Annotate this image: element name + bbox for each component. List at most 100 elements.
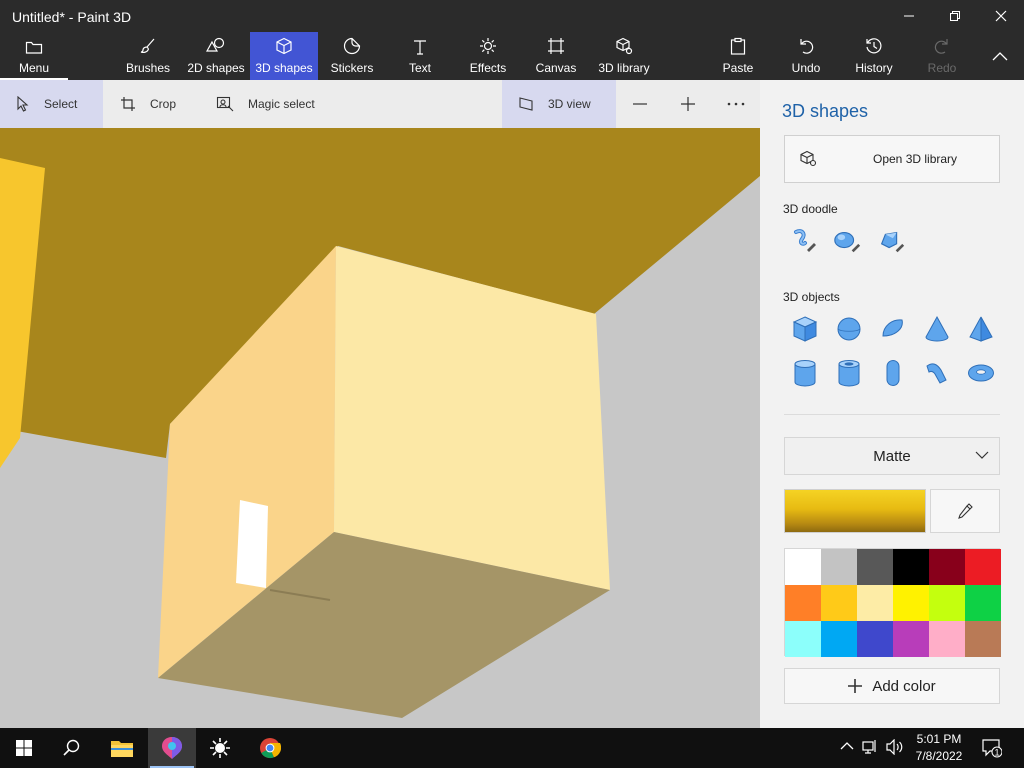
current-color-swatch[interactable]: [784, 489, 926, 533]
menu-button[interactable]: Menu: [0, 32, 68, 80]
material-dropdown[interactable]: Matte: [784, 437, 1000, 475]
chevron-down-icon: [975, 451, 989, 459]
3d-objects-label: 3D objects: [783, 290, 840, 304]
color-swatch[interactable]: [785, 585, 821, 621]
pyramid-button[interactable]: [966, 314, 996, 344]
cube-button[interactable]: [790, 314, 820, 344]
cube-icon: [276, 37, 292, 55]
color-swatch[interactable]: [929, 621, 965, 657]
pyramid-icon: [969, 316, 993, 342]
sharp-doodle-button[interactable]: [788, 226, 818, 256]
color-swatch[interactable]: [821, 549, 857, 585]
undo-label: Undo: [791, 61, 821, 75]
open-3d-library-button[interactable]: Open 3D library: [784, 135, 1000, 183]
color-swatch[interactable]: [821, 585, 857, 621]
tube-button[interactable]: [834, 358, 864, 388]
crop-label: Crop: [150, 97, 177, 111]
menu-label: Menu: [18, 61, 50, 75]
color-swatch[interactable]: [893, 621, 929, 657]
settings-app-button[interactable]: [196, 728, 244, 768]
minimize-button[interactable]: [886, 0, 932, 32]
2d-shapes-label: 2D shapes: [187, 61, 245, 75]
tube-doodle-button[interactable]: [876, 226, 906, 256]
color-swatch[interactable]: [893, 585, 929, 621]
color-swatch[interactable]: [857, 621, 893, 657]
windows-logo-icon: [16, 740, 32, 756]
color-swatch[interactable]: [857, 549, 893, 585]
white-panel: [236, 500, 268, 588]
color-swatch[interactable]: [965, 585, 1001, 621]
paste-button[interactable]: Paste: [716, 32, 760, 80]
sharp-doodle-icon: [794, 229, 816, 252]
volume-button[interactable]: [886, 738, 904, 760]
network-button[interactable]: [862, 739, 878, 760]
color-swatch[interactable]: [785, 549, 821, 585]
effects-tab[interactable]: Effects: [462, 32, 514, 80]
2d-shapes-tab[interactable]: 2D shapes: [184, 32, 248, 80]
stickers-tab[interactable]: Stickers: [322, 32, 382, 80]
plus-icon: [848, 679, 863, 693]
canvas-tab[interactable]: Canvas: [530, 32, 582, 80]
text-tab[interactable]: Text: [394, 32, 446, 80]
redo-button[interactable]: Redo: [920, 32, 964, 80]
3d-library-tab[interactable]: 3D library: [594, 32, 654, 80]
file-explorer-button[interactable]: [98, 728, 146, 768]
color-swatch[interactable]: [965, 621, 1001, 657]
history-button[interactable]: History: [850, 32, 898, 80]
cylinder-button[interactable]: [790, 358, 820, 388]
magic-select-icon: [216, 96, 234, 112]
color-swatch[interactable]: [857, 585, 893, 621]
hemisphere-button[interactable]: [878, 314, 908, 344]
cone-button[interactable]: [922, 314, 952, 344]
color-swatch[interactable]: [785, 621, 821, 657]
chrome-button[interactable]: [246, 728, 294, 768]
restore-button[interactable]: [932, 0, 978, 32]
action-center-button[interactable]: 1: [982, 738, 1003, 763]
close-button[interactable]: [978, 0, 1024, 32]
sphere-button[interactable]: [834, 314, 864, 344]
show-hidden-icons-button[interactable]: [840, 739, 854, 758]
title-bar: Untitled* - Paint 3D: [0, 0, 1024, 32]
3d-scene: [0, 128, 760, 718]
text-label: Text: [408, 61, 431, 75]
text-icon: [414, 40, 426, 55]
donut-button[interactable]: [966, 358, 996, 388]
soft-doodle-button[interactable]: [832, 226, 862, 256]
collapse-ribbon-button[interactable]: [980, 32, 1020, 80]
undo-icon: [800, 39, 814, 54]
zoom-out-button[interactable]: [624, 80, 656, 128]
crop-tool[interactable]: Crop: [104, 80, 196, 128]
eyedropper-icon: [958, 503, 973, 519]
color-swatch[interactable]: [965, 549, 1001, 585]
color-swatch[interactable]: [929, 585, 965, 621]
paint-3d-taskbar-button[interactable]: [148, 728, 196, 768]
magic-select-tool[interactable]: Magic select: [200, 80, 340, 128]
sphere-icon: [837, 317, 861, 341]
select-tool[interactable]: Select: [0, 80, 103, 128]
drawing-canvas[interactable]: [0, 128, 760, 728]
color-swatch[interactable]: [929, 549, 965, 585]
more-options-button[interactable]: [720, 80, 752, 128]
search-button[interactable]: [48, 728, 96, 768]
cone-icon: [925, 315, 949, 342]
3d-doodle-label: 3D doodle: [783, 202, 838, 216]
color-swatch[interactable]: [893, 549, 929, 585]
donut-icon: [968, 364, 994, 382]
add-color-button[interactable]: Add color: [784, 668, 1000, 704]
brushes-label: Brushes: [125, 61, 171, 75]
curved-cylinder-button[interactable]: [922, 358, 952, 388]
brushes-tab[interactable]: Brushes: [116, 32, 180, 80]
hemisphere-icon: [882, 319, 903, 337]
eyedropper-button[interactable]: [930, 489, 1000, 533]
capsule-button[interactable]: [878, 358, 908, 388]
undo-button[interactable]: Undo: [784, 32, 828, 80]
system-clock[interactable]: 5:01 PM 7/8/2022: [906, 731, 972, 765]
sun-icon: [480, 38, 496, 54]
search-icon: [63, 739, 80, 756]
ellipsis-icon: [727, 102, 745, 106]
color-swatch[interactable]: [821, 621, 857, 657]
start-button[interactable]: [0, 728, 48, 768]
zoom-in-button[interactable]: [672, 80, 704, 128]
3d-shapes-tab[interactable]: 3D shapes: [250, 32, 318, 80]
3d-view-toggle[interactable]: 3D view: [502, 80, 616, 128]
